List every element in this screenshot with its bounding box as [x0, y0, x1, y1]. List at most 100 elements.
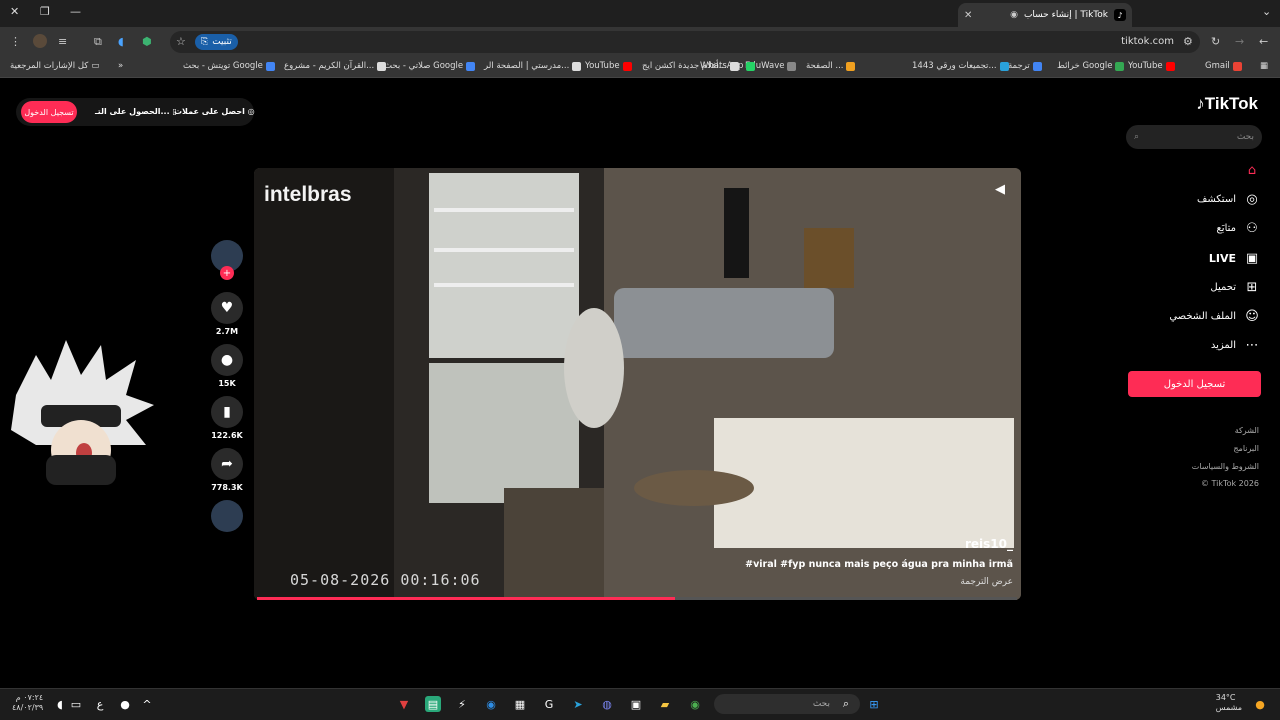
bookmark-item[interactable]: خرائط Google — [1057, 61, 1125, 71]
creator-avatar-button[interactable]: + — [210, 240, 244, 280]
bookmark-item[interactable]: القرآن الكريم - مشروع... — [284, 61, 387, 71]
weather-widget[interactable]: 34°C مشمس — [1216, 693, 1242, 713]
app-icon-4[interactable]: ◉ — [483, 696, 499, 712]
nav-more[interactable]: المزيد ⋯ — [1211, 338, 1260, 353]
app-icon-1[interactable]: ▼ — [396, 696, 412, 712]
bookmark-item[interactable]: مدرستي | الصفحة الر... — [484, 61, 582, 71]
apps-grid-icon[interactable]: ▦ — [1260, 61, 1268, 71]
omnibox[interactable] — [170, 31, 1200, 53]
start-icon[interactable]: ⊞ — [866, 696, 882, 712]
see-translation-link[interactable]: عرض الترجمة — [960, 577, 1013, 587]
tab-list-icon[interactable]: ⌄ — [1262, 5, 1271, 18]
shield-icon[interactable]: ⬢ — [142, 35, 152, 48]
file-explorer-icon[interactable]: ▰ — [657, 696, 673, 712]
speaker-icon[interactable]: ◖ — [52, 696, 68, 712]
nav-following[interactable]: متابَع ⚇ — [1216, 221, 1260, 236]
language-indicator[interactable]: ع — [92, 696, 108, 712]
app-icon-2[interactable]: ▤ — [425, 696, 441, 712]
restore-window-icon[interactable]: ❐ — [40, 5, 50, 18]
get-coins-label: احصل على عملات — [174, 107, 245, 116]
close-window-icon[interactable]: ✕ — [10, 5, 19, 18]
bookmark-item[interactable]: تجميعات ورقي 1443... — [912, 61, 1009, 71]
sidebar-login-button[interactable]: تسجيل الدخول — [1128, 371, 1261, 397]
extension-icon[interactable]: ◖ — [118, 35, 124, 48]
music-disc-button[interactable] — [210, 500, 244, 532]
bookmark-label: الصفحة ... — [806, 61, 844, 71]
share-button[interactable]: ➦ 778.3K — [210, 448, 244, 492]
bookmark-label: ترجمة — [1008, 61, 1030, 71]
bookmark-item[interactable]: صلاتي - بحث Google — [384, 61, 476, 71]
nav-explore[interactable]: استكشف ◎ — [1197, 192, 1260, 207]
menu-icon[interactable]: ⋮ — [10, 35, 21, 48]
nav-live[interactable]: LIVE ▣ — [1209, 251, 1260, 266]
footer-copyright: © TikTok 2026 — [1201, 479, 1259, 488]
discord-icon[interactable]: ◍ — [599, 696, 615, 712]
bookmark-item[interactable]: تويتش - بحث Google — [183, 61, 275, 71]
profile-avatar[interactable] — [33, 34, 47, 48]
store-icon[interactable]: ▣ — [628, 696, 644, 712]
bookmark-favicon-icon — [746, 61, 756, 71]
save-button[interactable]: ▮ 122.6K — [210, 396, 244, 440]
video-author[interactable]: reis10_ — [965, 537, 1013, 551]
comment-button[interactable]: ● 15K — [210, 344, 244, 388]
tab-title: إنشاء حساب | TikTok — [1023, 10, 1108, 20]
tray-chevron-icon[interactable]: ^ — [139, 696, 155, 712]
chrome-icon[interactable]: ◉ — [687, 696, 703, 712]
video-player[interactable] — [254, 168, 1021, 600]
get-coins-button[interactable]: احصل على عملات ◎ — [174, 107, 255, 116]
browser-tab[interactable]: ♪ إنشاء حساب | TikTok ◉ ✕ — [958, 3, 1132, 27]
sun-icon: ● — [1255, 697, 1265, 711]
footer-program[interactable]: البرنامج — [1233, 444, 1259, 453]
like-count: 2.7M — [215, 327, 239, 336]
footer-company[interactable]: الشركة — [1235, 426, 1259, 435]
network-icon[interactable]: ▭ — [68, 696, 84, 712]
reading-list-icon[interactable]: ≡ — [58, 35, 67, 48]
app-icon-3[interactable]: ⚡ — [454, 696, 470, 712]
telegram-icon[interactable]: ➤ — [570, 696, 586, 712]
app-icon-6[interactable]: G — [541, 696, 557, 712]
upload-icon: ⊞ — [1246, 280, 1258, 295]
clock-time: ٠٧:٢٤ م — [15, 693, 44, 702]
extensions-icon[interactable]: ⧉ — [94, 35, 102, 49]
app-icon-5[interactable]: ▦ — [512, 696, 528, 712]
get-app-button[interactable]: الحصول على التـ... ▯ — [95, 107, 177, 116]
system-clock[interactable]: ٠٧:٢٤ م ٤٨/٠٢/٣٩ — [12, 693, 43, 713]
tab-audio-icon[interactable]: ◉ — [1010, 10, 1018, 20]
bookmark-favicon-icon — [1165, 61, 1175, 71]
nav-home[interactable]: ⌂ — [1236, 163, 1260, 178]
forward-icon[interactable]: → — [1235, 35, 1244, 48]
like-button[interactable]: ♥ 2.7M — [210, 292, 244, 336]
url-text[interactable]: tiktok.com — [1121, 36, 1174, 47]
bookmark-favicon-icon — [846, 61, 856, 71]
top-login-button[interactable]: تسجيل الدخول — [21, 101, 77, 123]
tab-close-icon[interactable]: ✕ — [964, 10, 972, 21]
microphone-icon[interactable]: ● — [117, 696, 133, 712]
bookmark-item[interactable]: ترجمة — [1008, 61, 1042, 71]
bookmark-item[interactable]: أفلام جديدة اكشن ايج... — [642, 61, 739, 71]
folder-icon: ▭ — [91, 61, 100, 71]
site-settings-icon[interactable]: ⚙ — [1183, 35, 1193, 48]
bookmark-item[interactable]: Gmail — [1205, 61, 1242, 71]
all-bookmarks[interactable]: كل الإشارات المرجعية ▭ — [10, 61, 99, 71]
back-icon[interactable]: ← — [1259, 35, 1268, 48]
minimize-window-icon[interactable]: — — [70, 5, 81, 18]
follow-plus-icon[interactable]: + — [220, 266, 234, 280]
bookmarks-overflow-icon[interactable]: » — [118, 61, 123, 71]
footer-terms[interactable]: الشروط والسياسات — [1192, 462, 1259, 471]
bookmark-item[interactable]: YouTube — [585, 61, 632, 71]
bookmark-star-icon[interactable]: ☆ — [176, 35, 186, 48]
volume-icon[interactable]: ◀ — [995, 182, 1005, 197]
nav-profile[interactable]: الملف الشخصي ☺ — [1169, 309, 1260, 324]
search-input[interactable]: ⌕ بحث — [1126, 125, 1262, 149]
bookmark-label: خرائط Google — [1057, 61, 1113, 71]
more-icon: ⋯ — [1245, 338, 1259, 353]
tiktok-logo[interactable]: ♪TikTok — [1196, 94, 1258, 114]
taskbar-search-icon: ⌕ — [842, 697, 850, 710]
nav-upload[interactable]: تحميل ⊞ — [1210, 280, 1260, 295]
reload-icon[interactable]: ↻ — [1211, 35, 1220, 48]
logo-text: TikTok — [1204, 94, 1258, 113]
bookmark-item[interactable]: الصفحة ... — [806, 61, 856, 71]
bookmark-item[interactable]: YouTube — [1128, 61, 1175, 71]
install-button[interactable]: ⎘ تثبيت — [195, 34, 238, 50]
bookmark-favicon-icon — [1115, 61, 1125, 71]
